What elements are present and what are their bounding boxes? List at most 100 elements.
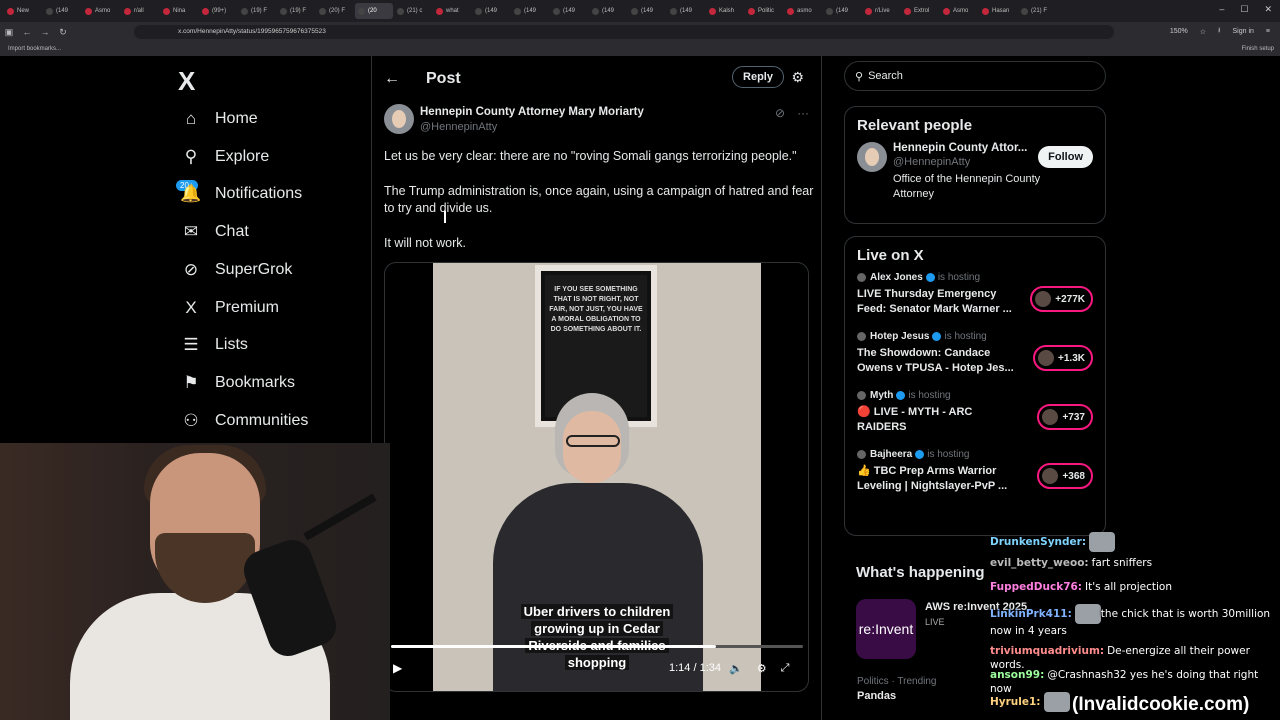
chat-emote-icon xyxy=(1074,604,1101,624)
sign-in-button[interactable]: Sign in xyxy=(1233,28,1254,35)
import-bookmarks-link[interactable]: Import bookmarks... xyxy=(8,46,61,52)
sidebar-item-home[interactable]: ⌂ Home xyxy=(180,108,258,130)
browser-tab[interactable]: Nina xyxy=(160,3,198,19)
back-icon[interactable]: ← xyxy=(18,27,36,37)
sidebar-item-communities[interactable]: ⚇ Communities xyxy=(180,410,308,432)
browser-tab[interactable]: New xyxy=(4,3,42,19)
chat-username[interactable]: FuppedDuck76: xyxy=(990,581,1082,593)
browser-tab[interactable]: (149 xyxy=(628,3,666,19)
tab-favicon-icon xyxy=(826,7,833,15)
reply-button[interactable]: Reply xyxy=(732,66,784,88)
volume-icon[interactable]: 🔈 xyxy=(729,662,743,675)
live-listener-count[interactable]: +1.3K xyxy=(1033,345,1093,371)
back-arrow-icon[interactable]: ← xyxy=(384,70,404,88)
browser-tab[interactable]: (99+) xyxy=(199,3,237,19)
download-icon[interactable]: ⭳ xyxy=(1218,26,1220,37)
tab-label: Asmo xyxy=(95,8,111,14)
browser-tab[interactable]: (19) F xyxy=(277,3,315,19)
browser-tab[interactable]: (149 xyxy=(823,3,861,19)
follow-button[interactable]: Follow xyxy=(1038,146,1093,168)
browser-tab[interactable]: asmo xyxy=(784,3,822,19)
tab-favicon-icon xyxy=(280,7,287,15)
finish-setup-link[interactable]: Finish setup xyxy=(1242,42,1274,56)
live-item[interactable]: Myth is hosting 🔴 LIVE - MYTH - ARC RAIDER… xyxy=(845,390,1105,435)
browser-tab[interactable]: r/Live xyxy=(862,3,900,19)
bookmark-star-icon[interactable]: ☆ xyxy=(1200,28,1206,36)
live-listener-count[interactable]: +737 xyxy=(1037,404,1093,430)
chat-text: It's all projection xyxy=(1085,581,1172,593)
browser-tab[interactable]: (21) F xyxy=(1018,3,1056,19)
browser-tab[interactable]: (149 xyxy=(472,3,510,19)
webcam-overlay xyxy=(0,443,390,720)
sidebar-item-premium[interactable]: X Premium xyxy=(180,297,279,319)
settings-icon[interactable]: ⚙ xyxy=(757,662,767,675)
host-status: is hosting xyxy=(937,272,981,283)
sidebar-item-notifications[interactable]: 🔔 Notifications xyxy=(180,183,302,205)
reply-settings-icon[interactable]: ⚙ xyxy=(791,69,804,86)
menu-icon[interactable]: ≡ xyxy=(1266,28,1270,35)
zoom-level[interactable]: 150% xyxy=(1170,28,1188,35)
author-name[interactable]: Hennepin County Attorney Mary Moriarty xyxy=(420,106,644,118)
browser-tab[interactable]: (149 xyxy=(589,3,627,19)
video-progress-bar[interactable] xyxy=(391,645,803,648)
trend-name[interactable]: Pandas xyxy=(857,690,896,702)
tab-label: (149 xyxy=(563,8,576,14)
sidebar-toggle-icon[interactable]: ▣ xyxy=(0,27,18,38)
sidebar-item-chat[interactable]: ✉ Chat xyxy=(180,221,249,243)
live-listener-count[interactable]: +277K xyxy=(1030,286,1093,312)
live-item[interactable]: Hotep Jesus is hosting The Showdown: Canda… xyxy=(845,331,1105,376)
maximize-icon[interactable]: ☐ xyxy=(1240,4,1248,15)
sidebar-item-bookmarks[interactable]: ⚑ Bookmarks xyxy=(180,372,295,394)
search-icon: ⚲ xyxy=(855,70,864,83)
browser-tab-bar: New (149 Asmo r/all Nina (99+) (19) F (19) F (20… xyxy=(0,0,1280,22)
chat-message: LinkinPrk411: the chick that is worth 30m… xyxy=(990,604,1278,638)
browser-tab[interactable]: (149 xyxy=(511,3,549,19)
browser-tab[interactable]: (149 xyxy=(550,3,588,19)
address-bar-row: ▣ ← → ↻ x.com/HennepinAtty/status/199596… xyxy=(0,22,1280,42)
minimize-icon[interactable]: – xyxy=(1219,4,1224,15)
close-icon[interactable]: ✕ xyxy=(1264,4,1272,15)
avatar[interactable] xyxy=(857,142,887,172)
browser-tab[interactable]: (20) F xyxy=(316,3,354,19)
live-item[interactable]: Alex Jones is hosting LIVE Thursday Emerge… xyxy=(845,272,1105,317)
url-field[interactable]: x.com/HennepinAtty/status/19959657596763… xyxy=(134,25,1114,39)
sidebar-item-explore[interactable]: ⚲ Explore xyxy=(180,146,269,168)
browser-tab[interactable]: Hasan xyxy=(979,3,1017,19)
chat-username[interactable]: evil_betty_weoo: xyxy=(990,557,1089,569)
browser-tab[interactable]: (149 xyxy=(43,3,81,19)
forward-icon[interactable]: → xyxy=(36,27,54,37)
sidebar-item-lists[interactable]: ☰ Lists xyxy=(180,334,248,356)
browser-tab[interactable]: (149 xyxy=(667,3,705,19)
live-item[interactable]: Bajheera is hosting 👍 TBC Prep Arms Warrio… xyxy=(845,449,1105,494)
video-player[interactable]: IF YOU SEE SOMETHING THAT IS NOT RIGHT, … xyxy=(384,262,809,692)
browser-tab[interactable]: (19) F xyxy=(238,3,276,19)
tab-label: (99+) xyxy=(212,8,227,14)
chat-username[interactable]: Hyrule1: xyxy=(990,696,1041,708)
play-icon[interactable]: ▶ xyxy=(393,661,402,675)
author-handle[interactable]: @HennepinAtty xyxy=(420,121,644,133)
chat-username[interactable]: DrunkenSynder: xyxy=(990,536,1086,548)
relevant-person[interactable]: Hennepin County Attor... @HennepinAtty O… xyxy=(845,142,1105,202)
aws-reinvent-image[interactable]: re:Invent xyxy=(856,599,916,659)
chat-username[interactable]: anson99: xyxy=(990,669,1044,681)
browser-tab[interactable]: Politic xyxy=(745,3,783,19)
sidebar-item-supergrok[interactable]: ⊘ SuperGrok xyxy=(180,259,293,281)
browser-tab[interactable]: (21) c xyxy=(394,3,432,19)
browser-tab[interactable]: Kalsh xyxy=(706,3,744,19)
browser-tab[interactable]: Extrol xyxy=(901,3,939,19)
browser-tab[interactable]: r/all xyxy=(121,3,159,19)
browser-tab[interactable]: what xyxy=(433,3,471,19)
live-listener-count[interactable]: +368 xyxy=(1037,463,1093,489)
browser-tab[interactable]: Asmo xyxy=(82,3,120,19)
more-icon[interactable]: ··· xyxy=(797,106,809,120)
fullscreen-icon[interactable]: ⤢ xyxy=(781,662,790,675)
search-input[interactable]: ⚲ Search xyxy=(844,61,1106,91)
reload-icon[interactable]: ↻ xyxy=(54,27,72,38)
avatar[interactable] xyxy=(384,104,414,134)
chat-username[interactable]: triviumquadrivium: xyxy=(990,645,1104,657)
chat-username[interactable]: LinkinPrk411: xyxy=(990,608,1072,620)
grok-icon[interactable]: ⊘ xyxy=(775,106,785,120)
x-logo[interactable]: X xyxy=(178,66,195,97)
browser-tab[interactable]: (20 xyxy=(355,3,393,19)
browser-tab[interactable]: Asmo xyxy=(940,3,978,19)
